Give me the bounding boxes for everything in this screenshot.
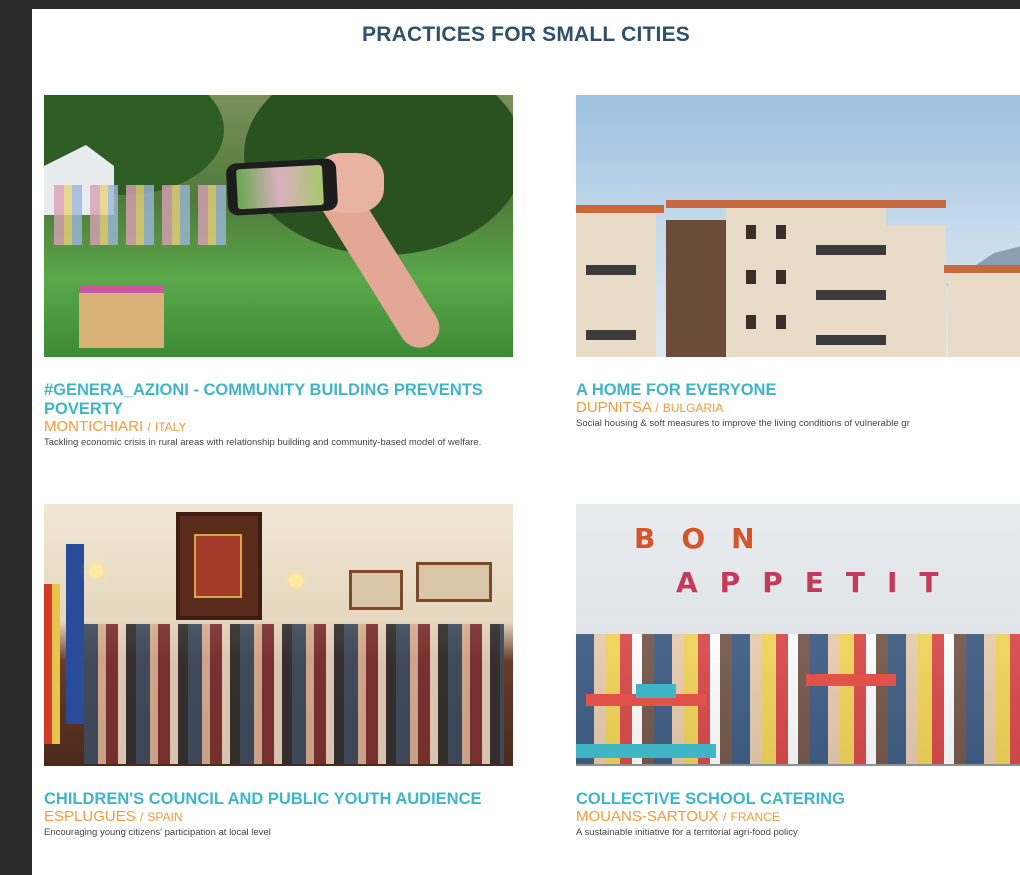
practice-card[interactable]: BON APPETIT COLLECTIVE SCHOOL CATERING M… [576, 504, 1020, 839]
practice-city: MONTICHIARI [44, 418, 144, 435]
practice-title[interactable]: #GENERA_AZIONI - COMMUNITY BUILDING PREV… [44, 381, 484, 419]
practice-description: Encouraging young citizens' participatio… [44, 827, 271, 838]
practice-description: Tackling economic crisis in rural areas … [44, 437, 482, 448]
practice-country: FRANCE [730, 810, 780, 824]
practice-country: BULGARIA [662, 401, 724, 415]
practice-country: SPAIN [147, 810, 183, 824]
practice-title[interactable]: COLLECTIVE SCHOOL CATERING [576, 790, 1016, 809]
wall-lettering-2: APPETIT [676, 566, 961, 599]
practice-country: ITALY [154, 420, 187, 434]
practice-image[interactable] [44, 504, 513, 766]
content-panel: PRACTICES FOR SMALL CITIES #GENERA_AZION… [32, 9, 1020, 875]
location-separator: / [655, 401, 659, 415]
page-title: PRACTICES FOR SMALL CITIES [362, 23, 690, 46]
practice-city: DUPNITSA [576, 399, 652, 416]
practice-title[interactable]: A HOME FOR EVERYONE [576, 381, 1016, 400]
practice-city: MOUANS-SARTOUX [576, 808, 719, 825]
practice-title[interactable]: CHILDREN'S COUNCIL AND PUBLIC YOUTH AUDI… [44, 790, 484, 809]
practice-location: MOUANS-SARTOUX / FRANCE [576, 809, 1020, 825]
practice-card[interactable]: A HOME FOR EVERYONE DUPNITSA / BULGARIA … [576, 95, 1020, 430]
practice-location: ESPLUGUES / SPAIN [44, 809, 514, 825]
location-separator: / [722, 810, 727, 824]
practice-card[interactable]: CHILDREN'S COUNCIL AND PUBLIC YOUTH AUDI… [44, 504, 514, 839]
practice-image[interactable]: BON APPETIT [576, 504, 1020, 766]
wall-lettering-1: BON [634, 522, 781, 555]
practice-location: DUPNITSA / BULGARIA [576, 400, 1020, 416]
practice-description: Social housing & soft measures to improv… [576, 418, 910, 429]
practice-location: MONTICHIARI / ITALY [44, 419, 514, 435]
location-separator: / [147, 420, 151, 434]
practice-image[interactable] [576, 95, 1020, 357]
location-separator: / [139, 810, 144, 824]
practice-card[interactable]: #GENERA_AZIONI - COMMUNITY BUILDING PREV… [44, 95, 514, 449]
practice-description: A sustainable initiative for a territori… [576, 827, 798, 838]
practice-city: ESPLUGUES [44, 808, 136, 825]
practice-image[interactable] [44, 95, 513, 357]
